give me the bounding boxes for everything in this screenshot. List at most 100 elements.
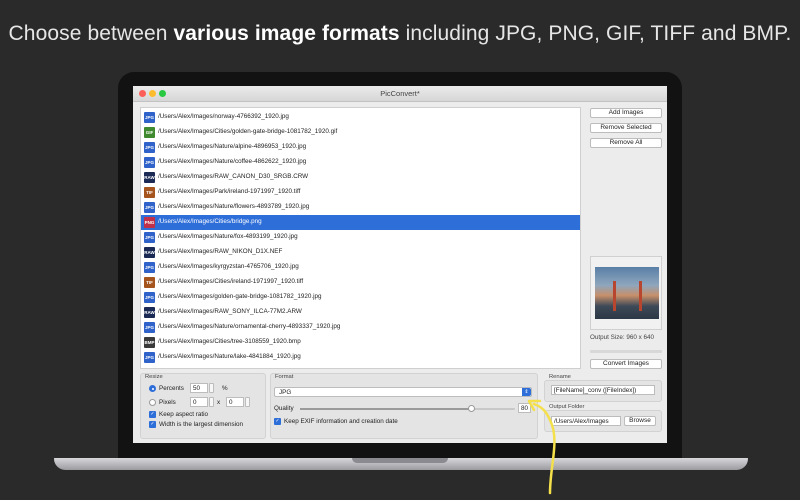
file-path: /Users/Alex/Images/RAW_SONY_ILCA-77M2.AR… (158, 308, 302, 315)
pixels-height-input[interactable]: 0 (226, 397, 244, 407)
file-row[interactable]: PNG/Users/Alex/Images/Cities/bridge.png (141, 215, 580, 230)
quality-slider[interactable] (300, 405, 515, 412)
remove-selected-button[interactable]: Remove Selected (590, 123, 662, 133)
file-path: /Users/Alex/Images/Nature/flowers-489378… (158, 203, 310, 210)
file-format-icon: JPG (144, 157, 155, 168)
file-format-icon: JPG (144, 202, 155, 213)
pixels-x-separator: x (217, 399, 221, 406)
pixels-width-input[interactable]: 0 (190, 397, 208, 407)
file-format-icon: PNG (144, 217, 155, 228)
file-format-icon: JPG (144, 292, 155, 303)
keep-exif-label: Keep EXIF information and creation date (284, 418, 398, 425)
laptop-notch (352, 458, 448, 463)
percents-radio[interactable] (149, 385, 156, 392)
file-path: /Users/Alex/Images/Nature/lake-4841884_1… (158, 353, 301, 360)
file-format-icon: JPG (144, 142, 155, 153)
file-row[interactable]: BMP/Users/Alex/Images/Cities/tree-310855… (141, 335, 580, 350)
file-path: /Users/Alex/Images/Nature/fox-4893199_19… (158, 233, 298, 240)
rename-pattern-input[interactable]: [FileName]_conv ([FileIndex]) (551, 385, 655, 395)
format-select[interactable]: JPG ⇕ (274, 387, 532, 397)
file-row[interactable]: JPG/Users/Alex/Images/Nature/fox-4893199… (141, 230, 580, 245)
annotation-arrow-icon (527, 399, 556, 495)
percents-stepper[interactable] (209, 383, 214, 393)
preview-thumbnail (595, 267, 659, 319)
conversion-progress-bar (590, 350, 662, 353)
pixels-height-stepper[interactable] (245, 397, 250, 407)
file-row[interactable]: RAW/Users/Alex/Images/RAW_NIKON_D1X.NEF (141, 245, 580, 260)
file-path: /Users/Alex/Images/kyrgyzstan-4765706_19… (158, 263, 299, 270)
quality-slider-knob[interactable] (468, 405, 475, 412)
quality-slider-fill (300, 408, 472, 410)
file-row[interactable]: JPG/Users/Alex/Images/golden-gate-bridge… (141, 290, 580, 305)
file-format-icon: JPG (144, 262, 155, 273)
window-title: PicConvert* (380, 89, 420, 98)
file-list-scrollbar[interactable] (580, 108, 581, 368)
format-label: Format (275, 374, 294, 380)
scrollbar-thumb[interactable] (580, 110, 581, 358)
file-path: /Users/Alex/Images/RAW_CANON_D30_SRGB.CR… (158, 173, 309, 180)
percent-sign: % (222, 385, 228, 392)
format-selected-value: JPG (279, 389, 292, 396)
file-row[interactable]: JPG/Users/Alex/Images/norway-4766392_192… (141, 110, 580, 125)
pixels-radio[interactable] (149, 399, 156, 406)
file-path: /Users/Alex/Images/Cities/tree-3108559_1… (158, 338, 301, 345)
file-path: /Users/Alex/Images/Nature/alpine-4896953… (158, 143, 307, 150)
file-row[interactable]: RAW/Users/Alex/Images/RAW_CANON_D30_SRGB… (141, 170, 580, 185)
output-size-text: Output Size: 960 x 640 (590, 334, 655, 341)
percents-label: Percents (159, 385, 184, 392)
bridge-tower-right (639, 281, 642, 311)
file-format-icon: RAW (144, 172, 155, 183)
headline-bold: various image formats (173, 22, 400, 45)
file-row[interactable]: JPG/Users/Alex/Images/Nature/lake-484188… (141, 350, 580, 365)
keep-aspect-checkbox[interactable]: ✓ (149, 411, 156, 418)
file-path: /Users/Alex/Images/Cities/ireland-197199… (158, 278, 304, 285)
file-path: /Users/Alex/Images/Park/ireland-1971997_… (158, 188, 301, 195)
file-row[interactable]: GIF/Users/Alex/Images/Cities/golden-gate… (141, 125, 580, 140)
browse-button[interactable]: Browse (624, 416, 656, 426)
file-row[interactable]: RAW/Users/Alex/Images/RAW_SONY_ILCA-77M2… (141, 305, 580, 320)
file-row[interactable]: JPG/Users/Alex/Images/kyrgyzstan-4765706… (141, 260, 580, 275)
file-path: /Users/Alex/Images/norway-4766392_1920.j… (158, 113, 289, 120)
resize-label: Resize (145, 374, 163, 380)
file-path: /Users/Alex/Images/RAW_NIKON_D1X.NEF (158, 248, 283, 255)
app-window: PicConvert* JPG/Users/Alex/Images/Nature… (133, 86, 667, 443)
file-row[interactable]: JPG/Users/Alex/Images/Nature/ornamental-… (141, 320, 580, 335)
pixels-width-stepper[interactable] (209, 397, 214, 407)
keep-aspect-label: Keep aspect ratio (159, 411, 209, 418)
format-panel (270, 373, 538, 439)
file-format-icon: BMP (144, 337, 155, 348)
file-path: /Users/Alex/Images/Nature/coffee-4862622… (158, 158, 307, 165)
file-list[interactable]: JPG/Users/Alex/Images/Nature/lake-484188… (140, 107, 581, 369)
file-row[interactable]: TIF/Users/Alex/Images/Cities/ireland-197… (141, 275, 580, 290)
window-titlebar: PicConvert* (133, 86, 667, 102)
add-images-button[interactable]: Add Images (590, 108, 662, 118)
file-format-icon: RAW (144, 307, 155, 318)
file-format-icon: JPG (144, 352, 155, 363)
keep-exif-checkbox[interactable]: ✓ (274, 418, 281, 425)
width-largest-checkbox[interactable]: ✓ (149, 421, 156, 428)
headline-suffix: including JPG, PNG, GIF, TIFF and BMP. (399, 22, 792, 45)
file-path: /Users/Alex/Images/Nature/ornamental-che… (158, 323, 341, 330)
width-largest-label: Width is the largest dimension (159, 421, 243, 428)
file-format-icon: RAW (144, 247, 155, 258)
file-path: /Users/Alex/Images/Cities/bridge.png (158, 218, 262, 225)
file-format-icon: TIF (144, 277, 155, 288)
file-format-icon: JPG (144, 322, 155, 333)
file-format-icon: JPG (144, 112, 155, 123)
percents-input[interactable]: 50 (190, 383, 208, 393)
file-row[interactable]: JPG/Users/Alex/Images/Nature/alpine-4896… (141, 140, 580, 155)
file-format-icon: GIF (144, 127, 155, 138)
file-path: /Users/Alex/Images/Cities/golden-gate-br… (158, 128, 338, 135)
file-row[interactable]: TIF/Users/Alex/Images/Park/ireland-19719… (141, 185, 580, 200)
remove-all-button[interactable]: Remove All (590, 138, 662, 148)
file-format-icon: JPG (144, 232, 155, 243)
marketing-headline: Choose between various image formats inc… (0, 22, 800, 46)
file-row[interactable]: JPG/Users/Alex/Images/Nature/flowers-489… (141, 200, 580, 215)
bridge-tower-left (613, 281, 616, 311)
file-path: /Users/Alex/Images/golden-gate-bridge-10… (158, 293, 322, 300)
headline-prefix: Choose between (8, 22, 174, 45)
file-row[interactable]: JPG/Users/Alex/Images/Nature/coffee-4862… (141, 155, 580, 170)
pixels-label: Pixels (159, 399, 176, 406)
convert-images-button[interactable]: Convert Images (590, 359, 662, 369)
image-preview (590, 256, 662, 330)
